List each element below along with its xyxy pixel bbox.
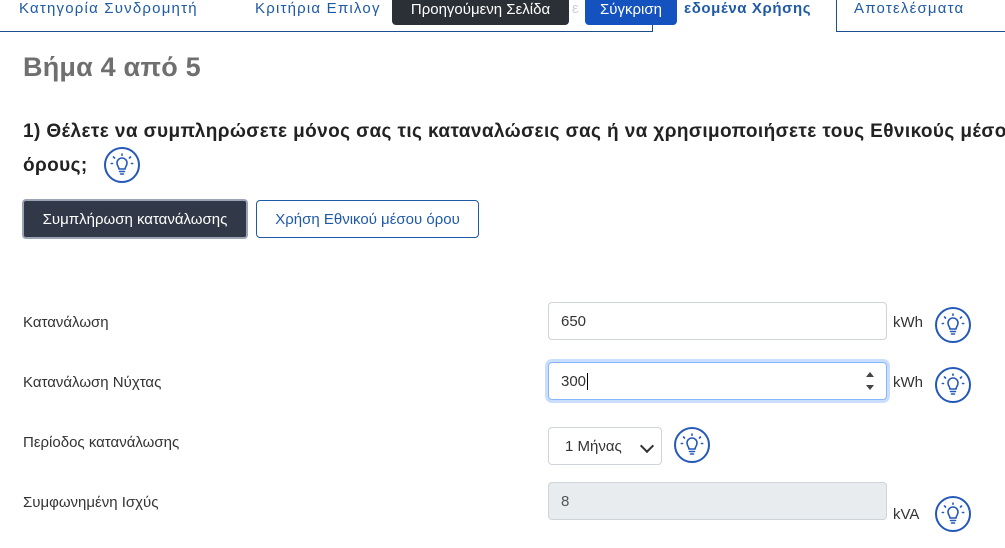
lightbulb-icon[interactable] <box>935 367 971 403</box>
night-consumption-input[interactable]: 300 <box>548 362 887 400</box>
step-title: Βήμα 4 από 5 <box>23 52 201 82</box>
text-cursor <box>587 372 589 390</box>
agreed-power-value: 8 <box>561 492 570 510</box>
night-consumption-unit: kWh <box>893 374 923 391</box>
fill-consumption-button[interactable]: Συμπλήρωση κατανάλωσης <box>22 199 248 239</box>
compare-button[interactable]: Σύγκριση <box>585 0 677 25</box>
period-selected-value: 1 Μήνας <box>565 437 622 455</box>
question-line-1: 1) Θέλετε να συμπληρώσετε μόνος σας τις … <box>23 121 1005 142</box>
consumption-question: 1) Θέλετε να συμπληρώσετε μόνος σας τις … <box>23 116 1005 183</box>
question-line-2: όρους; <box>23 154 88 176</box>
night-consumption-value: 300 <box>561 372 587 390</box>
night-consumption-label: Κατανάλωση Νύχτας <box>23 374 162 391</box>
previous-page-button[interactable]: Προηγούμενη Σελίδα <box>392 0 569 25</box>
number-stepper[interactable] <box>866 372 876 390</box>
agreed-power-label: Συμφωνημένη Ισχύς <box>23 494 159 511</box>
tab-usage-data-label: εδομένα Χρήσης <box>684 0 812 17</box>
chevron-down-icon <box>639 438 655 454</box>
period-select[interactable]: 1 Μήνας <box>548 427 662 465</box>
agreed-power-unit: kVA <box>893 506 920 523</box>
tab-results[interactable]: Αποτελέσματα <box>854 0 964 31</box>
lightbulb-icon[interactable] <box>935 496 971 532</box>
period-label: Περίοδος κατανάλωσης <box>23 434 180 451</box>
stepper-down-icon[interactable] <box>866 385 874 390</box>
consumption-value: 650 <box>561 312 587 330</box>
consumption-unit: kWh <box>893 314 923 331</box>
lightbulb-icon[interactable] <box>103 147 140 183</box>
lightbulb-icon[interactable] <box>674 427 710 463</box>
tab-usage-data[interactable]: εδομένα Χρήσης <box>652 0 837 32</box>
consumption-label: Κατανάλωση <box>23 314 109 331</box>
tab-subscriber-category[interactable]: Κατηγορία Συνδρομητή <box>19 0 198 31</box>
stepper-up-icon[interactable] <box>866 372 874 377</box>
lightbulb-icon[interactable] <box>935 307 971 343</box>
agreed-power-input: 8 <box>548 482 887 520</box>
consumption-input[interactable]: 650 <box>548 302 887 340</box>
tab-selection-criteria[interactable]: Κριτήρια Επιλογ <box>255 0 395 31</box>
use-national-average-button[interactable]: Χρήση Εθνικού μέσου όρου <box>256 200 479 238</box>
